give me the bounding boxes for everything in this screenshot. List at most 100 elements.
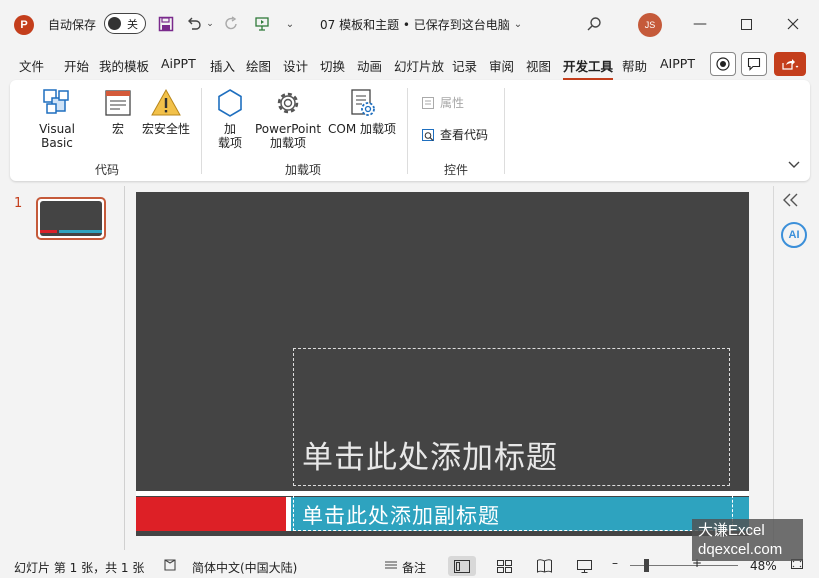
tab-developer[interactable]: 开发工具 [563, 56, 614, 80]
document-title[interactable]: 07 模板和主题 • 已保存到这台电脑 [320, 16, 510, 33]
tab-my-templates[interactable]: 我的模板 [99, 56, 149, 75]
title-placeholder[interactable]: 单击此处添加标题 [293, 348, 730, 486]
redo-icon[interactable] [222, 13, 242, 35]
properties-button[interactable]: 属性 [420, 94, 464, 111]
normal-view-button[interactable] [448, 556, 476, 576]
reading-view-button[interactable] [530, 556, 558, 576]
autosave-toggle[interactable]: 关 [104, 13, 146, 34]
tab-file[interactable]: 文件 [19, 56, 44, 75]
expand-pane-icon[interactable] [782, 193, 800, 211]
ribbon-divider [504, 88, 505, 174]
watermark-line-2: dqexcel.com [698, 541, 783, 558]
autosave-label: 自动保存 [48, 18, 97, 32]
thumbnail-preview [40, 201, 102, 236]
tab-insert[interactable]: 插入 [210, 56, 235, 75]
tab-record[interactable]: 记录 [452, 56, 477, 75]
view-code-icon [420, 127, 436, 143]
ribbon-divider [407, 88, 408, 174]
macros-label: 宏 [111, 122, 124, 136]
undo-dropdown-icon[interactable]: ⌄ [204, 13, 216, 35]
subtitle-placeholder[interactable]: 单击此处添加副标题 [293, 495, 733, 531]
title-dropdown-icon[interactable]: ⌄ [512, 13, 524, 35]
visual-basic-label: Visual Basic [39, 122, 75, 150]
view-code-label: 查看代码 [440, 128, 489, 142]
language-status[interactable]: 简体中文(中国大陆) [192, 559, 297, 576]
zoom-slider-thumb[interactable] [644, 559, 649, 572]
customize-toolbar-icon[interactable]: ⌄ [282, 13, 298, 35]
tab-design[interactable]: 设计 [283, 56, 308, 75]
watermark: 大谦Excel dqexcel.com [692, 519, 803, 561]
com-addins-button[interactable]: COM 加载项 [326, 86, 398, 136]
minimize-button[interactable]: — [686, 10, 714, 38]
tab-animations[interactable]: 动画 [357, 56, 382, 75]
record-button[interactable] [710, 52, 736, 76]
slide-thumbnail[interactable] [36, 197, 106, 240]
watermark-line-1: 大谦Excel [698, 522, 765, 539]
comments-button[interactable] [741, 52, 767, 76]
save-icon[interactable] [155, 13, 177, 35]
controls-group-label: 控件 [444, 163, 469, 177]
macro-security-button[interactable]: 宏安全性 [138, 86, 194, 136]
addins-label-1: 加 [223, 122, 236, 136]
macros-button[interactable]: 宏 [98, 86, 138, 136]
com-addins-label: COM 加载项 [328, 122, 396, 136]
thumbnail-teal-bar [59, 230, 102, 233]
powerpoint-logo-icon: P [14, 15, 34, 35]
properties-icon [420, 95, 436, 111]
subtitle-placeholder-text: 单击此处添加副标题 [302, 504, 500, 528]
ribbon-tabs: 文件 开始 我的模板 AiPPT 插入 绘图 设计 切换 动画 幻灯片放 记录 … [0, 50, 819, 80]
tab-slideshow[interactable]: 幻灯片放 [394, 56, 444, 75]
title-placeholder-text: 单击此处添加标题 [302, 440, 558, 476]
powerpoint-addins-label-1: PowerPoint [254, 122, 322, 136]
avatar[interactable]: JS [638, 13, 662, 37]
tab-aippt[interactable]: AiPPT [161, 56, 196, 71]
slide-red-bar [136, 497, 286, 531]
tab-aippt-2[interactable]: AIPPT [660, 56, 695, 71]
tab-help[interactable]: 帮助 [622, 56, 647, 75]
addins-button[interactable]: 加 载项 [210, 86, 250, 150]
visual-basic-button[interactable]: Visual Basic [22, 86, 92, 150]
present-from-start-icon[interactable] [252, 13, 272, 35]
notes-icon[interactable] [384, 558, 398, 575]
side-pane-divider [773, 186, 774, 550]
search-icon[interactable] [584, 13, 604, 35]
hexagon-icon [213, 86, 247, 120]
zoom-out-icon[interactable]: – [612, 556, 618, 570]
share-button[interactable] [774, 52, 806, 76]
tab-draw[interactable]: 绘图 [246, 56, 271, 75]
properties-label: 属性 [440, 96, 465, 110]
powerpoint-addins-label-2: 加载项 [269, 136, 306, 150]
powerpoint-addins-button[interactable]: PowerPoint 加载项 [254, 86, 322, 150]
ribbon-divider [201, 88, 202, 174]
addins-group-label: 加载项 [285, 163, 322, 177]
tab-transitions[interactable]: 切换 [320, 56, 345, 75]
macros-icon [101, 86, 135, 120]
slide-sorter-button[interactable] [490, 556, 518, 576]
undo-icon[interactable] [184, 13, 204, 35]
tab-view[interactable]: 视图 [526, 56, 551, 75]
view-code-button[interactable]: 查看代码 [420, 126, 488, 143]
addins-label-2: 载项 [217, 136, 242, 150]
collapse-ribbon-icon[interactable] [788, 158, 800, 172]
macro-security-label: 宏安全性 [141, 122, 190, 136]
notes-button[interactable]: 备注 [402, 559, 426, 576]
thumbnail-red-bar [40, 230, 57, 233]
slideshow-button[interactable] [570, 556, 598, 576]
title-bar: P 自动保存 关 ⌄ ⌄ 07 模板和主题 • 已保存到这台电脑 ⌄ JS — [0, 0, 819, 48]
slide[interactable]: 单击此处添加标题 单击此处添加副标题 [136, 192, 749, 536]
ribbon-panel: Visual Basic 宏 宏安全性 代码 加 载项 PowerPoint 加… [10, 80, 810, 181]
warning-icon [149, 86, 183, 120]
autosave-state: 关 [127, 18, 138, 31]
code-group-label: 代码 [95, 163, 120, 177]
accessibility-icon[interactable] [163, 558, 177, 575]
tab-home[interactable]: 开始 [64, 56, 89, 75]
slide-number: 1 [14, 196, 23, 211]
zoom-level[interactable]: 48% [750, 559, 777, 573]
close-button[interactable] [779, 10, 807, 38]
com-addins-icon [345, 86, 379, 120]
ai-assistant-icon[interactable]: AI [781, 222, 807, 248]
slide-info[interactable]: 幻灯片 第 1 张，共 1 张 [14, 559, 144, 576]
toggle-knob [108, 17, 121, 30]
tab-review[interactable]: 审阅 [489, 56, 514, 75]
maximize-button[interactable] [732, 10, 760, 38]
